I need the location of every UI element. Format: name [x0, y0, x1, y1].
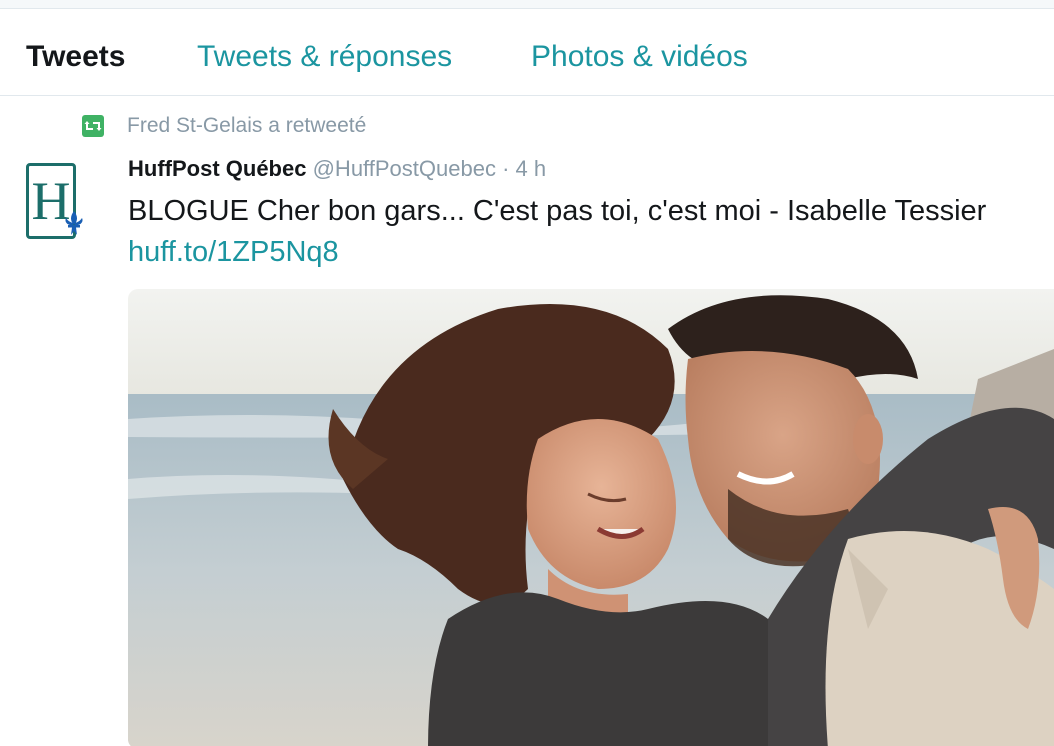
tweet-link[interactable]: huff.to/1ZP5Nq8: [128, 235, 339, 270]
author-name[interactable]: HuffPost Québec: [128, 156, 306, 181]
author-handle[interactable]: @HuffPostQuebec: [313, 156, 496, 181]
tweet-header: HuffPost Québec @HuffPostQuebec · 4 h: [128, 156, 546, 186]
retweet-context-text[interactable]: Fred St-Gelais a retweeté: [127, 114, 366, 138]
fleur-de-lis-icon: [65, 211, 83, 235]
photo-couple-beach-image: [128, 289, 1054, 746]
profile-timeline: Tweets Tweets & réponses Photos & vidéos…: [0, 0, 1054, 746]
timeline-card: Tweets Tweets & réponses Photos & vidéos…: [0, 8, 1054, 746]
avatar[interactable]: H: [26, 163, 83, 239]
separator-dot: ·: [502, 156, 510, 181]
retweet-context: Fred St-Gelais a retweeté: [82, 113, 366, 139]
timeline-tabs: Tweets Tweets & réponses Photos & vidéos: [0, 9, 1054, 96]
tab-tweets[interactable]: Tweets: [26, 39, 125, 75]
tweet-timestamp[interactable]: 4 h: [516, 156, 547, 181]
tweet-media-photo[interactable]: [128, 289, 1054, 746]
tab-photos-videos[interactable]: Photos & vidéos: [531, 39, 748, 75]
tab-tweets-replies[interactable]: Tweets & réponses: [197, 39, 452, 75]
tweet-text: BLOGUE Cher bon gars... C'est pas toi, c…: [128, 195, 987, 227]
tweet[interactable]: Fred St-Gelais a retweeté H HuffPost Qué…: [0, 96, 1054, 746]
retweet-icon: [82, 115, 104, 137]
